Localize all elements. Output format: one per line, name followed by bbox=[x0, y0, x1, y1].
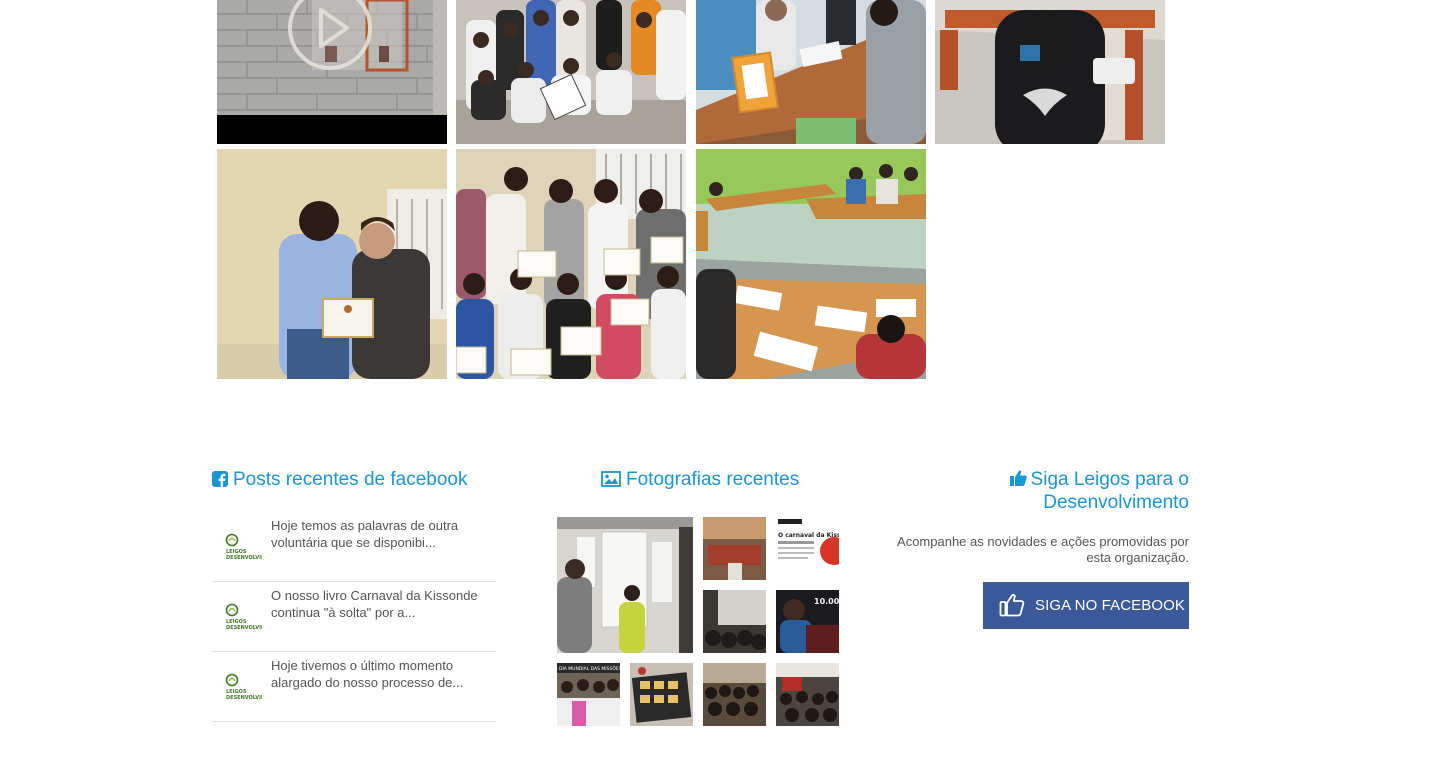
recent-photos-title: Fotografias recentes bbox=[601, 469, 799, 493]
follow-description: Acompanhe as novidades e ações promovida… bbox=[869, 534, 1189, 566]
gallery-certificate-handshake[interactable] bbox=[217, 149, 447, 379]
follow-facebook-button-label: SIGA NO FACEBOOK bbox=[1035, 597, 1185, 614]
recent-photo-thumb[interactable] bbox=[630, 663, 693, 726]
follow-title: Siga Leigos para o Desenvolvimento bbox=[1009, 469, 1189, 514]
svg-text:DESENVOLVIMENTO: DESENVOLVIMENTO bbox=[226, 555, 262, 561]
svg-text:10.000: 10.000 bbox=[814, 597, 839, 606]
gallery-video-thumbnail[interactable] bbox=[217, 0, 447, 144]
gallery-group-photo[interactable] bbox=[456, 0, 686, 144]
leigos-logo-icon: LEIGOS DESENVOLVIMENTO bbox=[224, 603, 281, 635]
recent-photo-thumb[interactable]: O carnaval da Kissonde bbox=[776, 517, 839, 580]
svg-text:DESENVOLVIMENTO: DESENVOLVIMENTO bbox=[226, 695, 262, 701]
svg-text:DESENVOLVIMENTO: DESENVOLVIMENTO bbox=[226, 625, 262, 631]
facebook-square-icon bbox=[212, 471, 228, 493]
facebook-post-text: O nosso livro Carnaval da Kissonde conti… bbox=[271, 588, 478, 620]
follow-description-line2: esta organização. bbox=[1086, 550, 1189, 565]
follow-facebook-button[interactable]: SIGA NO FACEBOOK bbox=[983, 582, 1189, 629]
gallery-classroom-desk[interactable] bbox=[696, 0, 926, 144]
facebook-posts-title-text: Posts recentes de facebook bbox=[233, 469, 468, 490]
leigos-logo-icon: LEIGOS DESENVOLVIMENTO bbox=[224, 533, 281, 565]
svg-text:DIA MUNDIAL DAS MISSÕES: DIA MUNDIAL DAS MISSÕES bbox=[559, 665, 620, 672]
facebook-post-text: Hoje temos as palavras de outra voluntár… bbox=[271, 518, 459, 550]
recent-photo-thumb[interactable] bbox=[703, 663, 766, 726]
recent-photo-thumb[interactable] bbox=[703, 517, 766, 580]
image-icon bbox=[601, 471, 621, 493]
gallery-classroom-tables[interactable] bbox=[696, 149, 926, 379]
recent-photos-title-text: Fotografias recentes bbox=[626, 469, 800, 490]
follow-description-line1: Acompanhe as novidades e ações promovida… bbox=[897, 534, 1189, 549]
recent-photo-thumb[interactable]: 10.000 bbox=[776, 590, 839, 653]
recent-photo-thumb[interactable] bbox=[776, 663, 839, 726]
thumbs-up-outline-icon bbox=[999, 593, 1025, 620]
facebook-post-item[interactable]: LEIGOS DESENVOLVIMENTO Hoje tivemos o úl… bbox=[212, 651, 496, 722]
recent-photo-thumb[interactable]: DIA MUNDIAL DAS MISSÕES bbox=[557, 663, 620, 726]
recent-photo-large[interactable] bbox=[557, 517, 693, 653]
follow-title-line2: Desenvolvimento bbox=[1043, 492, 1189, 513]
gallery-certificate-group[interactable] bbox=[456, 149, 686, 379]
recent-photo-thumb[interactable] bbox=[703, 590, 766, 653]
thumbs-up-icon bbox=[1009, 470, 1027, 492]
facebook-post-item[interactable]: LEIGOS DESENVOLVIMENTO O nosso livro Car… bbox=[212, 581, 496, 652]
facebook-post-item[interactable]: LEIGOS DESENVOLVIMENTO Hoje temos as pal… bbox=[212, 511, 496, 582]
leigos-logo-icon: LEIGOS DESENVOLVIMENTO bbox=[224, 673, 281, 705]
gallery-classroom-projector[interactable] bbox=[935, 0, 1165, 144]
follow-title-line1: Siga Leigos para o bbox=[1030, 469, 1189, 490]
facebook-post-text: Hoje tivemos o último momento alargado d… bbox=[271, 658, 464, 690]
facebook-posts-title: Posts recentes de facebook bbox=[212, 469, 467, 493]
